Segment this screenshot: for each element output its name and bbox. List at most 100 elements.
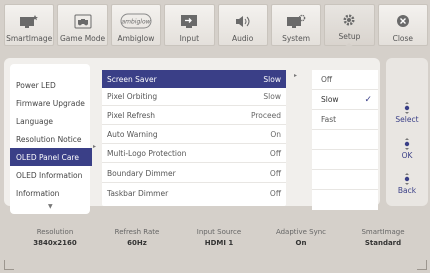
tab-label: Setup	[338, 32, 361, 41]
info-value: 3840x2160	[33, 239, 77, 247]
joystick-ok-icon	[402, 138, 412, 150]
info-value: Standard	[364, 239, 402, 247]
category-label: Language	[16, 116, 54, 126]
active-tab-indicator	[343, 43, 356, 48]
category-oled-information[interactable]: OLED Information	[10, 166, 90, 184]
setting-label: Multi-Logo Protection	[107, 149, 187, 158]
tab-ambiglow[interactable]: ambiglow Ambiglow	[110, 4, 162, 46]
chevron-right-icon: ▸	[93, 143, 97, 150]
setting-label: Auto Warning	[107, 130, 158, 139]
setting-value: On	[270, 130, 281, 139]
smartimage-icon	[18, 12, 40, 30]
setting-label: Boundary Dimmer	[107, 169, 176, 178]
tab-label: Audio	[232, 34, 254, 43]
setting-value: Off	[269, 188, 281, 198]
scroll-down-icon[interactable]: ▼	[48, 203, 53, 210]
info-refresh-rate: Refresh Rate 60Hz	[96, 218, 178, 258]
setting-label: Taskbar Dimmer	[107, 188, 169, 198]
ok-label: OK	[401, 151, 413, 160]
info-key: Adaptive Sync	[275, 228, 327, 236]
select-control[interactable]: Select	[386, 102, 428, 124]
category-power-led[interactable]: Power LED	[10, 76, 90, 94]
ok-control[interactable]: OK	[386, 138, 428, 160]
tab-label: Close	[392, 34, 414, 43]
joystick-back-icon	[402, 173, 412, 185]
category-label: Information	[16, 188, 60, 198]
svg-text:ambiglow: ambiglow	[121, 19, 150, 26]
setting-value: Slow	[263, 74, 281, 84]
checkmark-icon: ✓	[364, 94, 372, 105]
setting-boundary-dimmer[interactable]: Boundary Dimmer Off	[102, 165, 286, 183]
category-resolution-notice[interactable]: Resolution Notice	[10, 130, 90, 148]
system-icon	[285, 12, 307, 30]
category-label: Power LED	[16, 80, 56, 90]
info-key: Resolution	[36, 228, 74, 236]
input-icon	[178, 12, 200, 30]
setting-value: Slow	[263, 92, 281, 101]
tab-setup[interactable]: Setup	[324, 4, 375, 48]
category-label: OLED Panel Care	[16, 152, 79, 162]
tab-game-mode[interactable]: Game Mode	[57, 4, 108, 46]
setting-label: Pixel Orbiting	[107, 92, 158, 101]
option-slow[interactable]: Slow ✓	[312, 90, 378, 110]
category-label: Resolution Notice	[16, 134, 82, 144]
setting-pixel-refresh[interactable]: Pixel Refresh Proceed	[102, 107, 286, 125]
tab-smartimage[interactable]: SmartImage	[4, 4, 55, 46]
info-value: 60Hz	[127, 239, 147, 247]
setting-pixel-orbiting[interactable]: Pixel Orbiting Slow	[102, 88, 286, 106]
info-key: SmartImage	[361, 228, 405, 236]
setting-label: Pixel Refresh	[107, 111, 156, 120]
speaker-icon	[232, 12, 254, 30]
back-control[interactable]: Back	[386, 173, 428, 195]
setting-value: Proceed	[250, 111, 281, 120]
category-label: OLED Information	[16, 170, 83, 180]
tab-system[interactable]: System	[270, 4, 322, 46]
back-label: Back	[397, 186, 417, 195]
tab-label: System	[282, 34, 311, 43]
option-label: Slow	[321, 95, 339, 104]
setting-label: Screen Saver	[107, 74, 157, 84]
info-input-source: Input Source HDMI 1	[178, 218, 260, 258]
tab-audio[interactable]: Audio	[217, 4, 268, 46]
settings-list: Screen Saver Slow Pixel Orbiting Slow Pi…	[102, 70, 286, 206]
category-list: Power LED Firmware Upgrade Language Reso…	[10, 64, 92, 214]
setting-multi-logo-protection[interactable]: Multi-Logo Protection Off	[102, 145, 286, 163]
info-value: HDMI 1	[204, 239, 234, 247]
setting-value: Off	[269, 149, 281, 158]
category-label: Firmware Upgrade	[16, 98, 85, 108]
option-empty	[312, 130, 378, 150]
info-key: Refresh Rate	[114, 228, 160, 236]
joystick-controls: Select OK Back	[386, 58, 428, 206]
info-value: On	[295, 239, 307, 247]
option-label: Fast	[321, 115, 337, 124]
top-tab-bar: SmartImage Game Mode ambiglow Ambiglow I…	[4, 4, 428, 48]
corner-bracket	[4, 260, 14, 270]
category-information[interactable]: Information	[10, 184, 90, 202]
close-icon	[392, 12, 414, 30]
option-off[interactable]: Off	[312, 70, 378, 90]
tab-input[interactable]: Input	[164, 4, 215, 46]
chevron-right-icon: ▸	[294, 72, 298, 79]
info-smartimage: SmartImage Standard	[342, 218, 424, 258]
menu-panel: Power LED Firmware Upgrade Language Reso…	[4, 58, 380, 214]
tab-label: Input	[179, 34, 200, 43]
info-resolution: Resolution 3840x2160	[14, 218, 96, 258]
ambiglow-icon: ambiglow	[120, 12, 152, 30]
option-fast[interactable]: Fast	[312, 110, 378, 130]
category-oled-panel-care[interactable]: OLED Panel Care	[10, 148, 92, 166]
tab-close[interactable]: Close	[377, 4, 428, 46]
setting-value: Off	[269, 169, 281, 178]
option-empty	[312, 170, 378, 190]
option-label: Off	[321, 75, 333, 84]
status-info-bar: Resolution 3840x2160 Refresh Rate 60Hz I…	[14, 218, 424, 258]
setting-auto-warning[interactable]: Auto Warning On	[102, 126, 286, 144]
category-firmware-upgrade[interactable]: Firmware Upgrade	[10, 94, 90, 112]
setting-screen-saver[interactable]: Screen Saver Slow	[102, 70, 286, 88]
option-empty	[312, 150, 378, 170]
category-language[interactable]: Language	[10, 112, 90, 130]
info-adaptive-sync: Adaptive Sync On	[260, 218, 342, 258]
setting-taskbar-dimmer[interactable]: Taskbar Dimmer Off	[102, 184, 286, 202]
tab-label: Ambiglow	[117, 34, 155, 43]
tab-label: Game Mode	[59, 34, 106, 43]
corner-bracket	[417, 260, 427, 270]
